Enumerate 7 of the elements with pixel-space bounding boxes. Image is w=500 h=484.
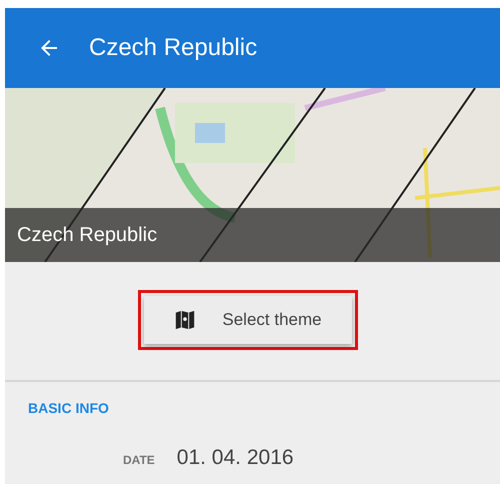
section-heading: BASIC INFO xyxy=(28,400,110,416)
map-caption: Czech Republic xyxy=(17,224,158,246)
app-bar-title: Czech Republic xyxy=(89,34,258,62)
folded-map-icon xyxy=(174,309,196,331)
field-label: DATE xyxy=(123,453,155,467)
select-theme-button[interactable]: Select theme xyxy=(144,296,352,344)
field-value: 01. 04. 2016 xyxy=(176,446,294,470)
